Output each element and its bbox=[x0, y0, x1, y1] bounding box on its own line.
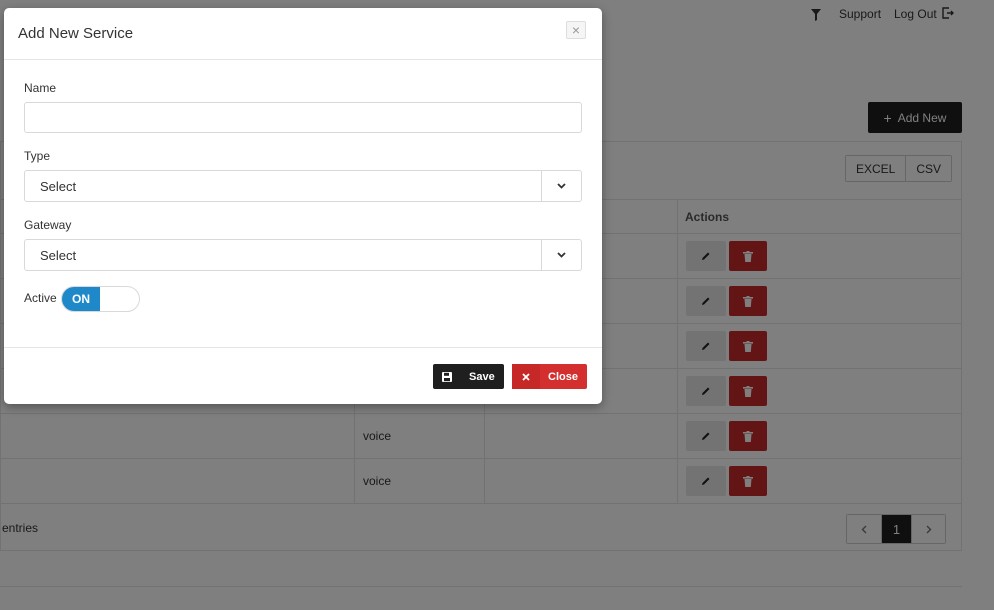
add-service-modal: Add New Service × Name Type Select Gatew… bbox=[4, 8, 602, 404]
active-label: Active bbox=[24, 291, 57, 305]
type-select-value: Select bbox=[40, 179, 77, 194]
type-label: Type bbox=[24, 149, 51, 163]
modal-header: Add New Service × bbox=[4, 8, 602, 60]
gateway-select[interactable]: Select bbox=[24, 239, 582, 271]
save-label: Save bbox=[469, 370, 495, 383]
modal-footer: Save Close bbox=[4, 347, 602, 404]
chevron-down-icon bbox=[541, 171, 581, 201]
close-button[interactable]: Close bbox=[512, 364, 587, 389]
name-input[interactable] bbox=[24, 102, 582, 133]
close-label: Close bbox=[548, 370, 578, 383]
floppy-disk-icon bbox=[433, 364, 461, 389]
save-button[interactable]: Save bbox=[433, 364, 504, 389]
x-icon bbox=[512, 364, 540, 389]
toggle-on-label: ON bbox=[62, 287, 100, 311]
chevron-down-icon bbox=[541, 240, 581, 270]
type-select[interactable]: Select bbox=[24, 170, 582, 202]
active-toggle[interactable]: ON bbox=[61, 286, 140, 312]
gateway-label: Gateway bbox=[24, 218, 72, 232]
close-icon[interactable]: × bbox=[566, 21, 586, 39]
modal-title: Add New Service bbox=[18, 25, 134, 42]
gateway-select-value: Select bbox=[40, 248, 77, 263]
name-label: Name bbox=[24, 81, 57, 95]
